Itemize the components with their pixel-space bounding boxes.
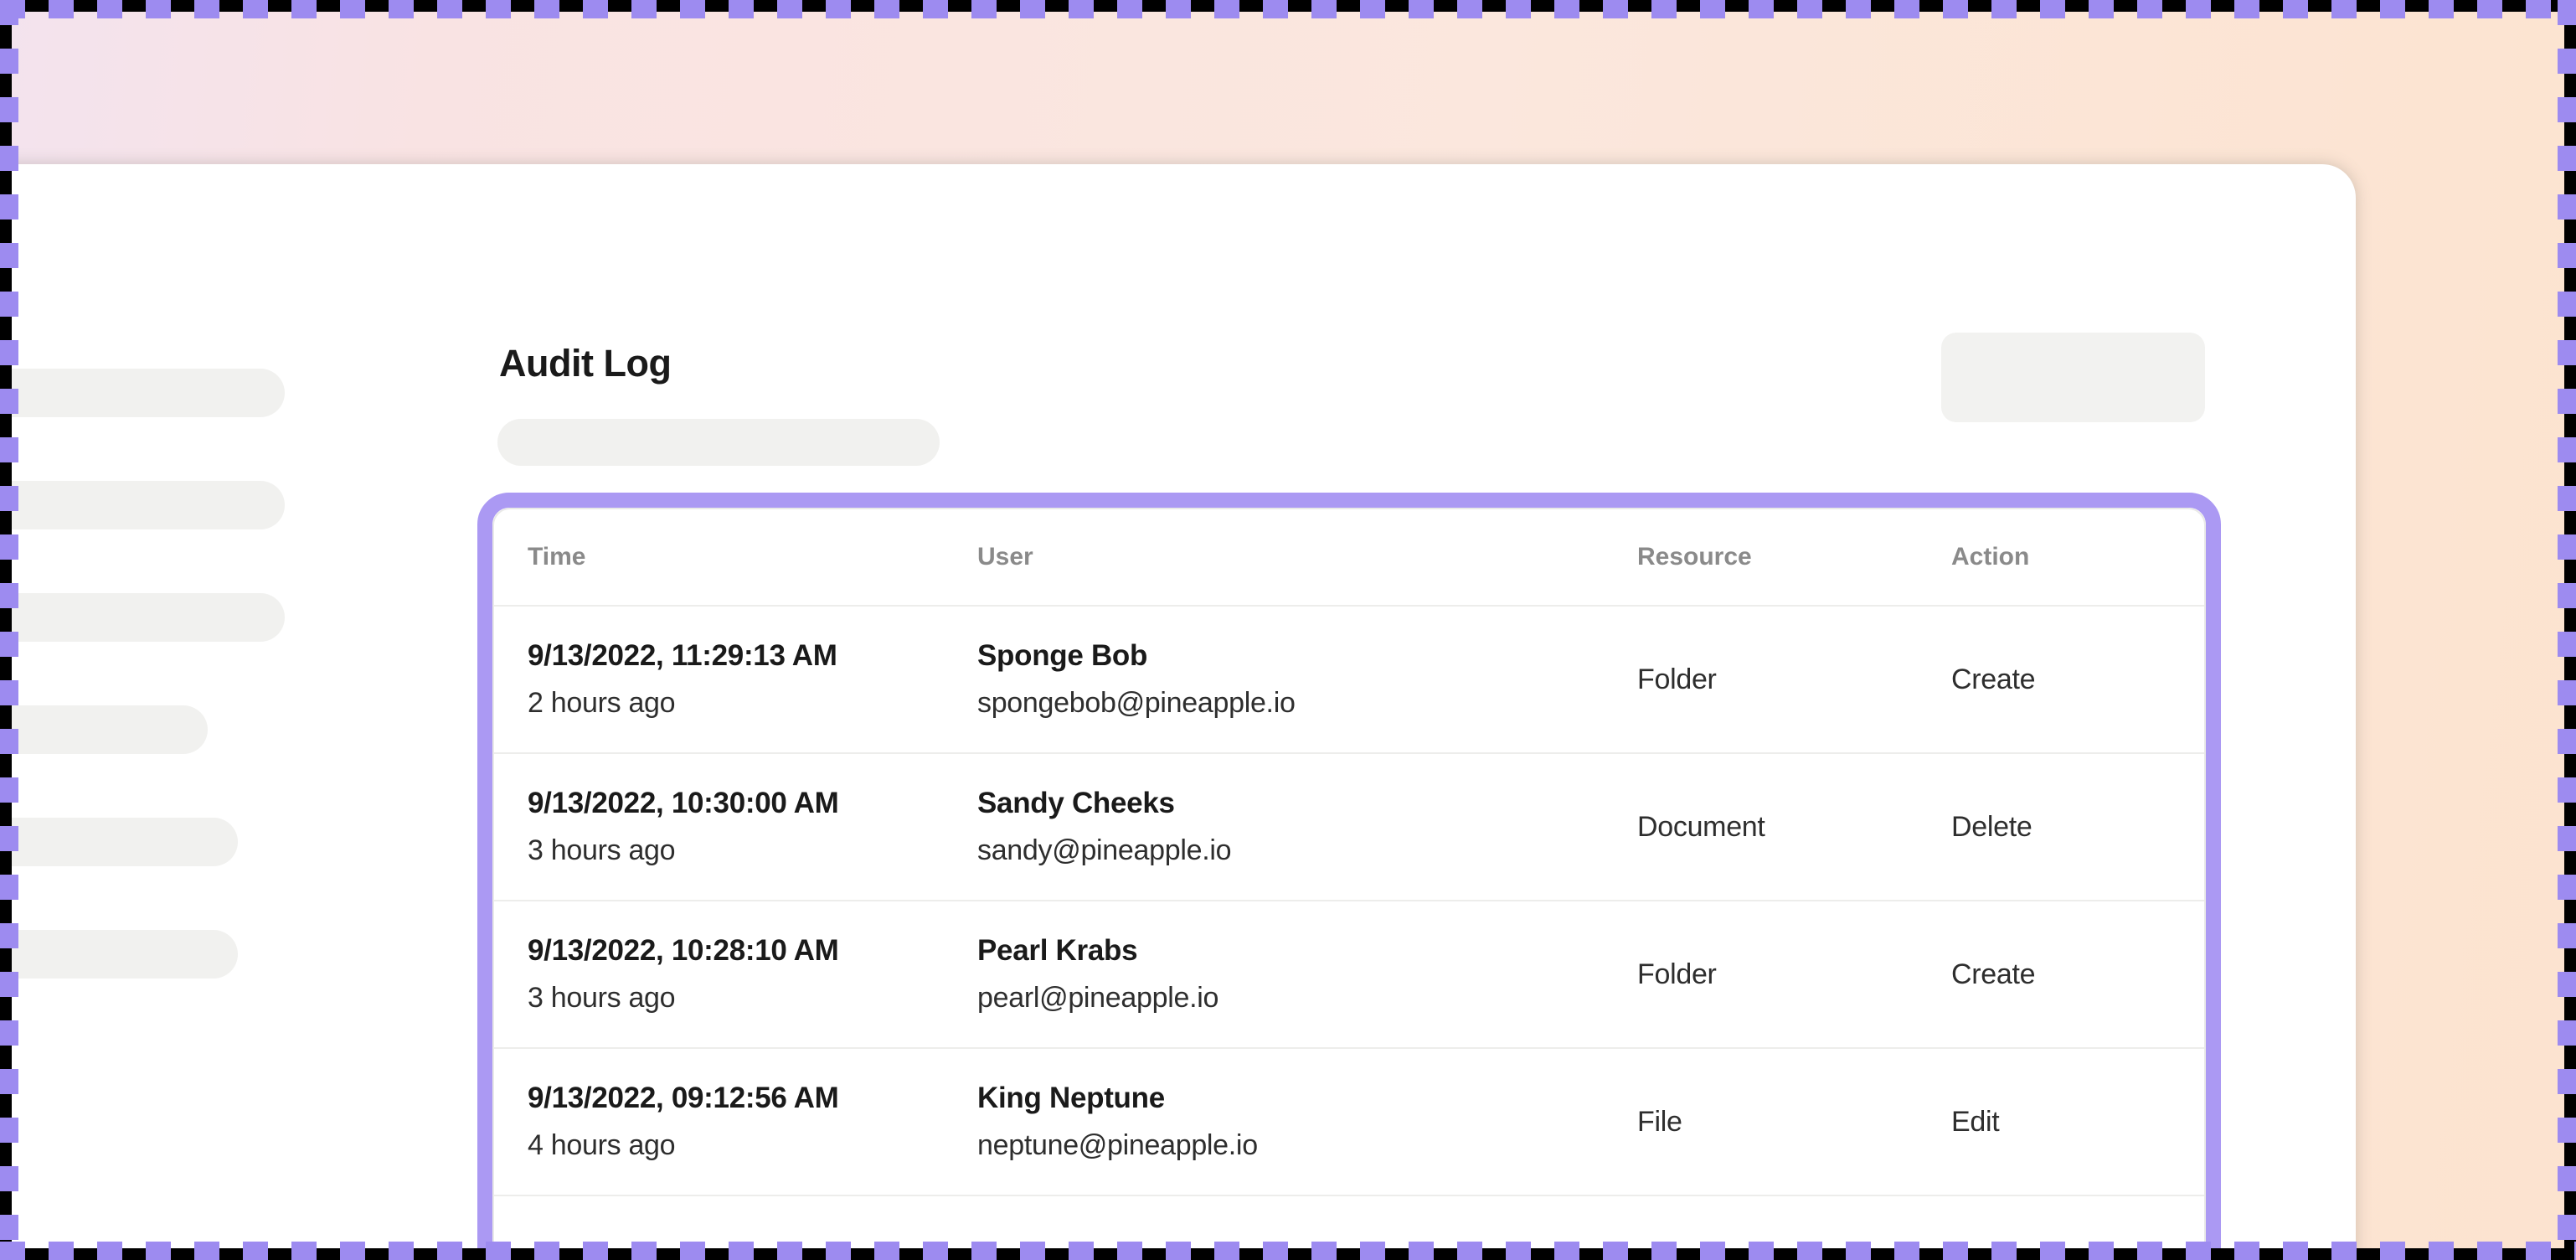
action-cell: Create xyxy=(1951,901,2204,1047)
user-email: neptune@pineapple.io xyxy=(977,1122,1637,1169)
time-cell: 9/13/2022, 10:30:00 AM 3 hours ago xyxy=(528,754,977,900)
action-cell: Create xyxy=(1951,607,2204,752)
user-email: pearl@pineapple.io xyxy=(977,974,1637,1021)
table-row: 9/13/2022, 10:28:10 AM 3 hours ago Pearl… xyxy=(494,901,2204,1049)
resource-type: Folder xyxy=(1637,664,1951,696)
table-row: 9/13/2022, 09:12:56 AM 4 hours ago King … xyxy=(494,1049,2204,1196)
table-header-row: Time User Resource Action xyxy=(494,509,2204,607)
event-time-relative: 4 hours ago xyxy=(528,1122,977,1169)
user-name: Sandy Cheeks xyxy=(977,780,1637,827)
table-row-partial-empty xyxy=(494,1196,2204,1260)
column-header-time: Time xyxy=(528,509,977,605)
user-cell: Pearl Krabs pearl@pineapple.io xyxy=(977,901,1637,1047)
user-email: spongebob@pineapple.io xyxy=(977,679,1637,726)
table-row: 9/13/2022, 11:29:13 AM 2 hours ago Spong… xyxy=(494,607,2204,754)
resource-type: Document xyxy=(1637,811,1951,844)
event-time-relative: 2 hours ago xyxy=(528,679,977,726)
user-name: Pearl Krabs xyxy=(977,927,1637,974)
column-header-action: Action xyxy=(1951,509,2204,605)
subtitle-skeleton-bar xyxy=(497,419,940,466)
resource-type: File xyxy=(1637,1106,1951,1139)
screenshot-stage: Audit Log Time User Resource Action 9/13… xyxy=(0,0,2576,1260)
event-time-relative: 3 hours ago xyxy=(528,827,977,874)
user-name: Sponge Bob xyxy=(977,633,1637,679)
selection-border-dashes-top xyxy=(0,0,2576,18)
sidebar-skeleton-item xyxy=(0,593,285,642)
resource-cell: Document xyxy=(1637,754,1951,900)
sidebar-skeleton-item xyxy=(0,705,208,754)
table-row: 9/13/2022, 10:30:00 AM 3 hours ago Sandy… xyxy=(494,754,2204,901)
column-header-resource: Resource xyxy=(1637,509,1951,605)
resource-cell: Folder xyxy=(1637,901,1951,1047)
action-type: Delete xyxy=(1951,811,2204,844)
action-type: Create xyxy=(1951,958,2204,991)
action-cell: Delete xyxy=(1951,754,2204,900)
event-timestamp: 9/13/2022, 09:12:56 AM xyxy=(528,1075,977,1122)
sidebar-skeleton-item xyxy=(0,369,285,417)
event-timestamp: 9/13/2022, 10:30:00 AM xyxy=(528,780,977,827)
user-email: sandy@pineapple.io xyxy=(977,827,1637,874)
resource-type: Folder xyxy=(1637,958,1951,991)
event-time-relative: 3 hours ago xyxy=(528,974,977,1021)
page-title: Audit Log xyxy=(499,342,671,385)
sidebar-skeleton-item xyxy=(0,930,238,979)
event-timestamp: 9/13/2022, 10:28:10 AM xyxy=(528,927,977,974)
selection-border-dashes-right xyxy=(2558,0,2576,1260)
audit-table-highlight-frame: Time User Resource Action 9/13/2022, 11:… xyxy=(477,493,2221,1260)
column-header-user: User xyxy=(977,509,1637,605)
user-cell: King Neptune neptune@pineapple.io xyxy=(977,1049,1637,1195)
event-timestamp: 9/13/2022, 11:29:13 AM xyxy=(528,633,977,679)
user-cell: Sandy Cheeks sandy@pineapple.io xyxy=(977,754,1637,900)
header-action-button-skeleton[interactable] xyxy=(1941,333,2205,422)
time-cell: 9/13/2022, 11:29:13 AM 2 hours ago xyxy=(528,607,977,752)
user-cell: Sponge Bob spongebob@pineapple.io xyxy=(977,607,1637,752)
action-type: Create xyxy=(1951,664,2204,696)
table-body: 9/13/2022, 11:29:13 AM 2 hours ago Spong… xyxy=(494,607,2204,1196)
action-cell: Edit xyxy=(1951,1049,2204,1195)
sidebar-skeleton-item xyxy=(0,481,285,529)
time-cell: 9/13/2022, 10:28:10 AM 3 hours ago xyxy=(528,901,977,1047)
action-type: Edit xyxy=(1951,1106,2204,1139)
audit-log-table: Time User Resource Action 9/13/2022, 11:… xyxy=(492,508,2206,1260)
resource-cell: Folder xyxy=(1637,607,1951,752)
resource-cell: File xyxy=(1637,1049,1951,1195)
user-name: King Neptune xyxy=(977,1075,1637,1122)
time-cell: 9/13/2022, 09:12:56 AM 4 hours ago xyxy=(528,1049,977,1195)
sidebar-skeleton-item xyxy=(0,818,238,866)
